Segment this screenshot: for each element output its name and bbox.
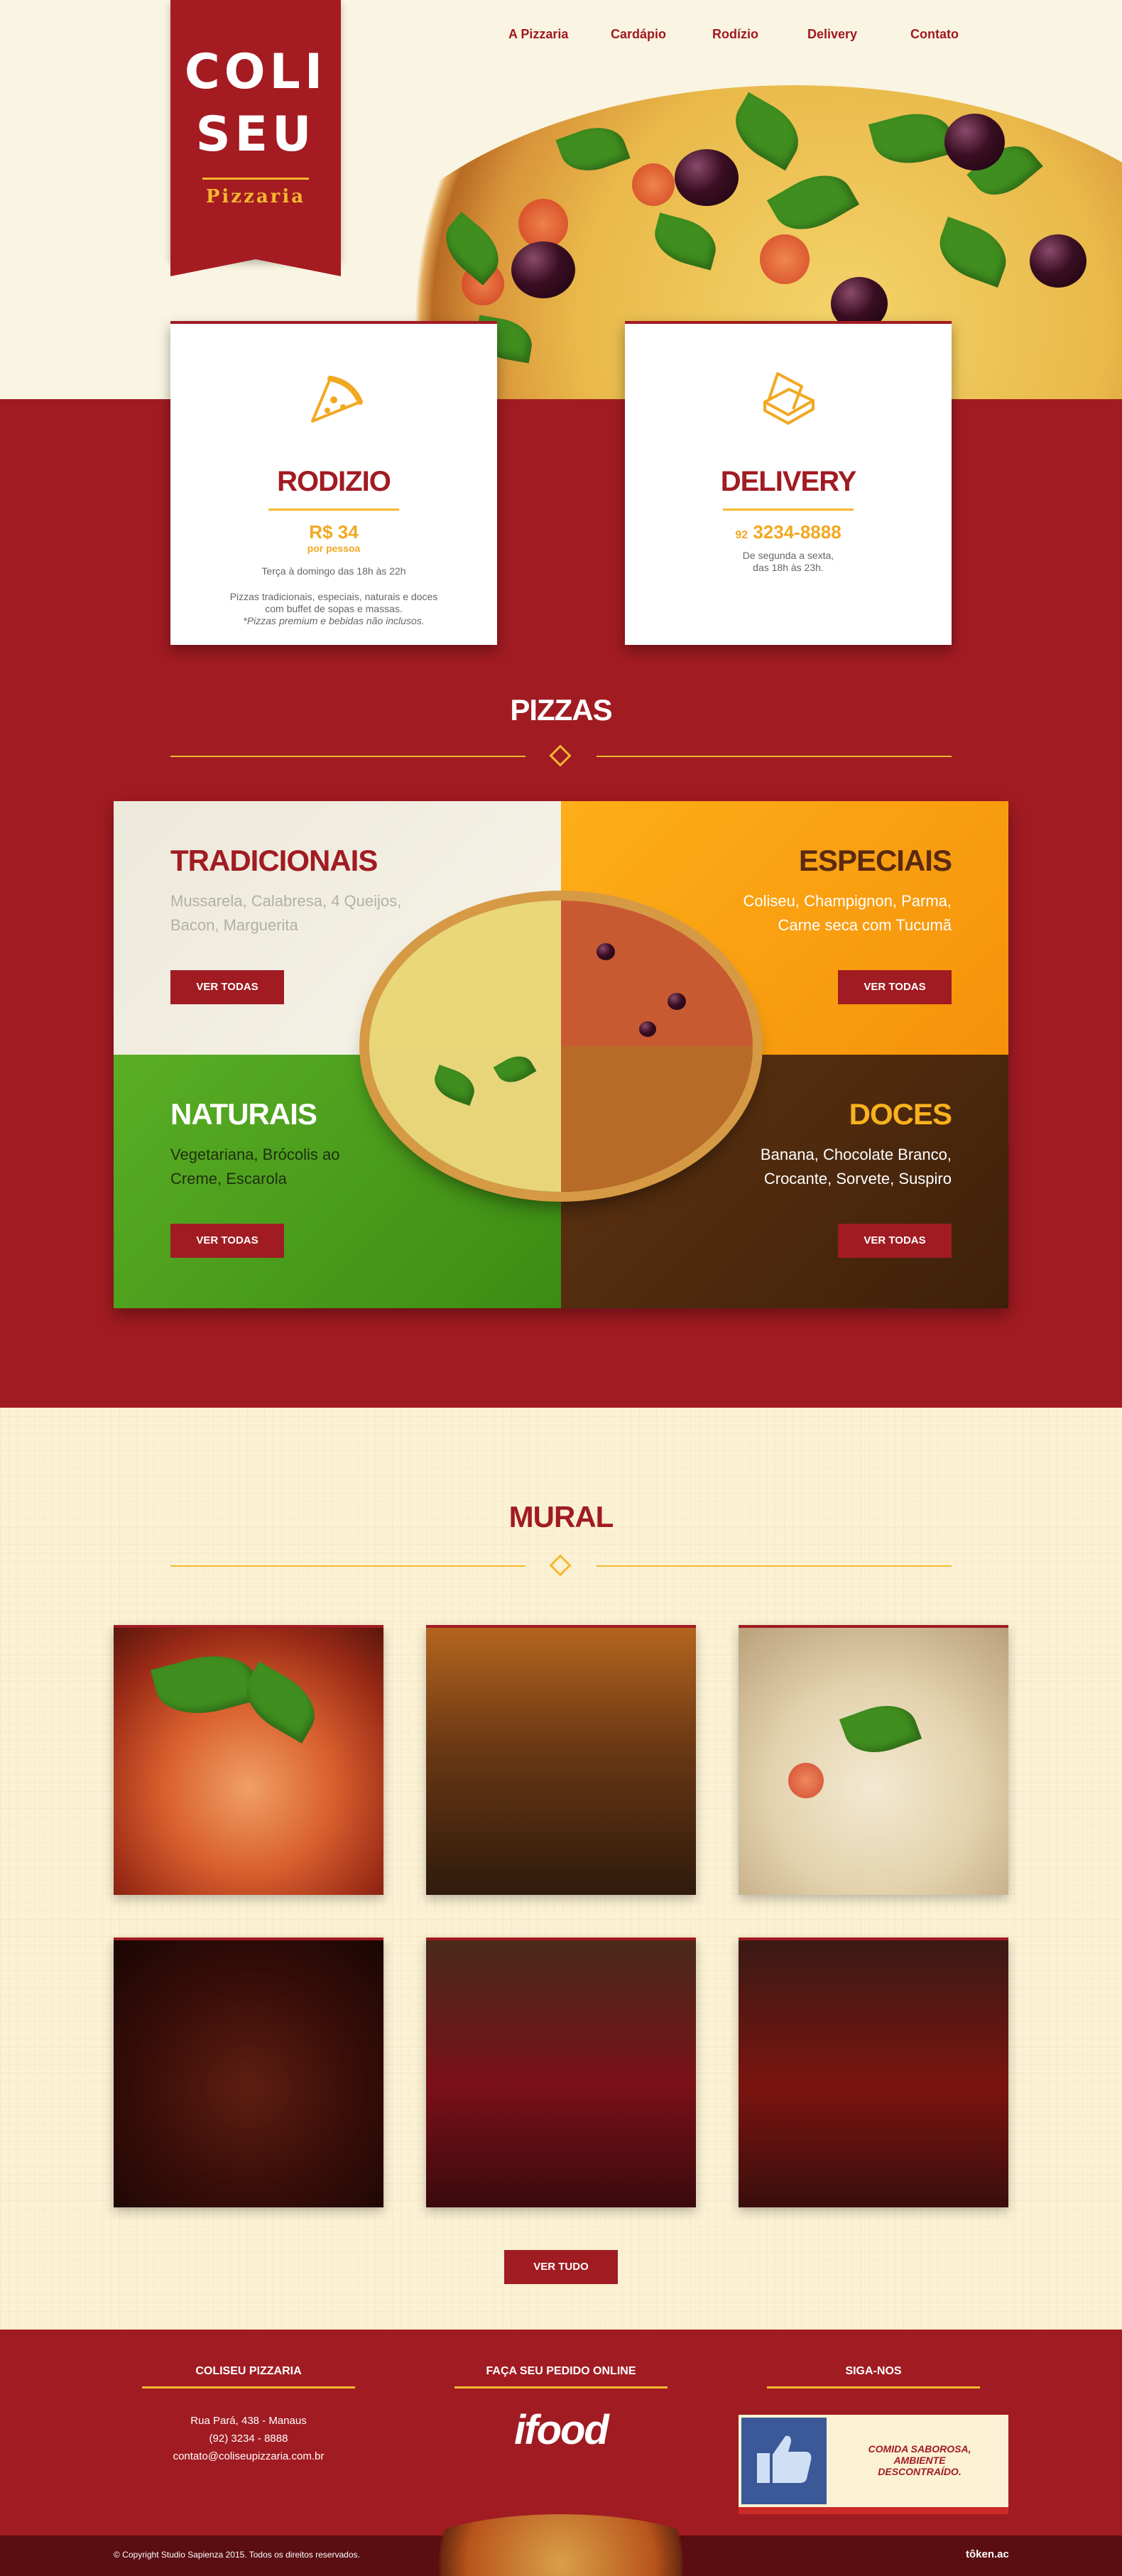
pizzas-divider-left <box>170 756 525 757</box>
doces-desc2: Crocante, Sorvete, Suspiro <box>763 1170 952 1188</box>
naturais-button[interactable]: VER TODAS <box>170 1224 284 1258</box>
delivery-rule <box>723 509 854 511</box>
especiais-title: ESPECIAIS <box>798 844 952 877</box>
logo-text-line1: COLI <box>184 44 327 100</box>
rodizio-desc3: *Pizzas premium e bebidas não inclusos. <box>243 615 425 626</box>
doces-title: DOCES <box>849 1097 952 1131</box>
footer-col3-rule <box>767 2386 980 2388</box>
nav-a-pizzaria[interactable]: A Pizzaria <box>508 27 568 42</box>
rodizio-desc1: Pizzas tradicionais, especiais, naturais… <box>229 591 438 602</box>
pizza-slice-icon <box>311 376 363 423</box>
logo-text-line2: SEU <box>195 107 316 163</box>
mural-section: MURAL VER TUDO <box>0 1408 1122 2330</box>
tradicionais-title: TRADICIONAIS <box>170 844 378 877</box>
mural-divider-right <box>597 1565 952 1567</box>
nav-rodizio[interactable]: Rodízio <box>712 27 758 42</box>
facebook-icon <box>741 2418 827 2504</box>
mural-divider-icon <box>549 1554 572 1577</box>
footer-phone: (92) 3234 - 8888 <box>209 2433 288 2445</box>
nav-contato[interactable]: Contato <box>910 27 959 42</box>
quarter-pizza-image <box>369 901 753 1192</box>
logo-subtitle: Pizzaria <box>205 186 306 207</box>
especiais-desc2: Carne seca com Tucumã <box>778 916 952 934</box>
footer-col1-rule <box>142 2386 355 2388</box>
rodizio-title: RODIZIO <box>277 466 391 497</box>
especiais-button[interactable]: VER TODAS <box>838 970 952 1004</box>
naturais-desc: Vegetariana, Brócolis ao Creme, Escarola <box>170 1143 426 1191</box>
rodizio-card: RODIZIO R$ 34 por pessoa Terça à domingo… <box>170 321 497 645</box>
mural-photo-wine[interactable] <box>426 1938 696 2207</box>
mural-photo-couple[interactable] <box>739 1938 1008 2207</box>
naturais-desc1: Vegetariana, Brócolis ao <box>170 1146 340 1163</box>
bottom-bar: © Copyright Studio Sapienza 2015. Todos … <box>0 2514 1122 2576</box>
thumbs-up-icon <box>757 2435 812 2483</box>
tradicionais-desc1: Mussarela, Calabresa, 4 Queijos, <box>170 892 402 910</box>
delivery-hours2: das 18h às 23h. <box>753 562 824 573</box>
mural-divider-left <box>170 1565 525 1567</box>
naturais-desc2: Creme, Escarola <box>170 1170 287 1188</box>
copyright: © Copyright Studio Sapienza 2015. Todos … <box>114 2550 360 2560</box>
logo[interactable]: COLI SEU Pizzaria <box>170 0 341 276</box>
footer-col2-title: FAÇA SEU PEDIDO ONLINE <box>486 2365 636 2377</box>
rodizio-price: R$ 34 <box>309 521 359 543</box>
agency-credit[interactable]: tôken.ac <box>966 2548 1009 2560</box>
delivery-card: DELIVERY 92 3234-8888 De segunda a sexta… <box>625 321 952 645</box>
rodizio-desc2: com buffet de sopas e massas. <box>265 603 403 614</box>
naturais-title: NATURAIS <box>170 1097 317 1131</box>
rodizio-per-person: por pessoa <box>307 543 361 554</box>
pizzas-title: PIZZAS <box>510 693 612 727</box>
facebook-tagline: COMIDA SABOROSA, AMBIENTE DESCONTRAÍDO. <box>859 2443 980 2477</box>
footer-address: Rua Pará, 438 - Manaus <box>190 2415 307 2427</box>
rodizio-hours: Terça à domingo das 18h às 22h <box>261 565 406 577</box>
footer: COLISEU PIZZARIA Rua Pará, 438 - Manaus … <box>0 2330 1122 2536</box>
pizza-categories: TRADICIONAIS Mussarela, Calabresa, 4 Que… <box>114 801 1008 1308</box>
especiais-desc1: Coliseu, Champignon, Parma, <box>743 892 952 910</box>
hero: A Pizzaria Cardápio Rodízio Delivery Con… <box>0 0 1122 399</box>
mural-see-all-button[interactable]: VER TUDO <box>504 2250 618 2284</box>
facebook-tagline2: AMBIENTE DESCONTRAÍDO. <box>878 2455 962 2477</box>
delivery-phone[interactable]: 3234-8888 <box>753 521 841 543</box>
mural-photo-pasta[interactable] <box>739 1625 1008 1895</box>
pizzas-divider-right <box>597 756 952 757</box>
logo-divider <box>202 178 309 180</box>
mural-photo-feijoada[interactable] <box>114 1938 383 2207</box>
doces-button[interactable]: VER TODAS <box>838 1224 952 1258</box>
delivery-title: DELIVERY <box>720 466 857 497</box>
mural-photo-friends[interactable] <box>426 1625 696 1895</box>
footer-col1-title: COLISEU PIZZARIA <box>195 2365 302 2377</box>
especiais-desc: Coliseu, Champignon, Parma, Carne seca c… <box>696 889 952 938</box>
rodizio-rule <box>268 509 399 511</box>
pizza-box-icon <box>763 372 815 425</box>
mural-title: MURAL <box>508 1500 614 1533</box>
footer-col2-rule <box>454 2386 668 2388</box>
facebook-tagline1: COMIDA SABOROSA, <box>868 2443 971 2455</box>
tradicionais-desc: Mussarela, Calabresa, 4 Queijos, Bacon, … <box>170 889 426 938</box>
main-nav: A Pizzaria Cardápio Rodízio Delivery Con… <box>0 0 1122 71</box>
doces-desc1: Banana, Chocolate Branco, <box>760 1146 952 1163</box>
ifood-logo[interactable]: ifood <box>454 2406 668 2454</box>
doces-desc: Banana, Chocolate Branco, Crocante, Sorv… <box>696 1143 952 1191</box>
tradicionais-button[interactable]: VER TODAS <box>170 970 284 1004</box>
footer-col3-title: SIGA-NOS <box>845 2365 902 2377</box>
facebook-banner[interactable]: COMIDA SABOROSA, AMBIENTE DESCONTRAÍDO. <box>739 2415 1008 2514</box>
nav-cardapio[interactable]: Cardápio <box>611 27 666 42</box>
delivery-hours1: De segunda a sexta, <box>742 550 834 561</box>
delivery-area-code: 92 <box>735 529 748 541</box>
delivery-phone-wrap: 92 3234-8888 <box>625 521 952 543</box>
mural-photo-shrimp[interactable] <box>114 1625 383 1895</box>
tradicionais-desc2: Bacon, Marguerita <box>170 916 298 934</box>
footer-email[interactable]: contato@coliseupizzaria.com.br <box>142 2450 355 2462</box>
nav-delivery[interactable]: Delivery <box>807 27 857 42</box>
